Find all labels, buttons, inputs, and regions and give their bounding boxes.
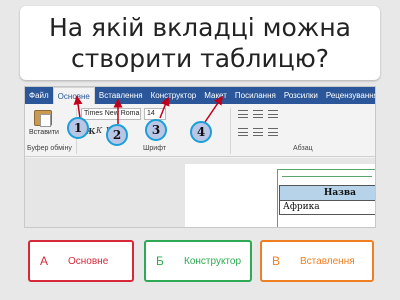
font-name-field: Times New Roma xyxy=(81,108,141,120)
align-left-icon xyxy=(238,110,248,118)
indent-icon xyxy=(268,110,278,118)
justify-icon xyxy=(268,128,278,136)
ribbon-tab-bar: Файл Основне Вставлення Конструктор Маке… xyxy=(25,87,376,104)
answer-c-letter: В xyxy=(272,254,281,268)
answer-c-button[interactable]: В Вставлення xyxy=(260,240,374,282)
marker-3: 3 xyxy=(145,119,167,141)
answer-c-text: Вставлення xyxy=(300,255,355,267)
document-table: Назва Африка xyxy=(277,169,375,227)
marker-1: 1 xyxy=(67,117,89,139)
word-screenshot: Файл Основне Вставлення Конструктор Маке… xyxy=(24,86,376,228)
paste-label: Вставити xyxy=(29,129,59,136)
tab-mailings: Розсилки xyxy=(283,91,318,100)
paste-icon xyxy=(34,110,52,127)
question-text: На якій вкладці можна створити таблицю? xyxy=(48,13,351,73)
answer-a-letter: А xyxy=(40,254,49,268)
answer-a-text: Основне xyxy=(68,255,109,267)
tab-design: Конструктор xyxy=(150,91,197,100)
question-card: На якій вкладці можна створити таблицю? xyxy=(20,6,380,80)
table-cell: Африка xyxy=(279,201,375,215)
group-font-label: Шрифт xyxy=(143,145,167,152)
group-paragraph-label: Абзац xyxy=(293,145,313,152)
marker-4: 4 xyxy=(190,121,212,143)
tab-review: Рецензування xyxy=(325,91,376,100)
tab-layout: Макет xyxy=(204,91,227,100)
table-header-cell: Назва xyxy=(279,185,375,201)
list-icon xyxy=(253,110,263,118)
italic-icon: К xyxy=(96,126,103,135)
answer-b-text: Конструктор xyxy=(184,255,242,267)
tab-insert: Вставлення xyxy=(98,91,143,100)
group-clipboard-label: Буфер обміну xyxy=(27,145,72,152)
align-right-icon xyxy=(253,128,263,136)
marker-2: 2 xyxy=(106,124,128,146)
tab-references: Посилання xyxy=(234,91,276,100)
answer-a-button[interactable]: А Основне xyxy=(28,240,134,282)
answer-b-letter: Б xyxy=(156,254,164,268)
tab-file: Файл xyxy=(29,91,49,100)
group-divider xyxy=(230,108,231,154)
tab-home: Основне xyxy=(52,87,95,104)
answer-b-button[interactable]: Б Конструктор xyxy=(144,240,252,282)
align-center-icon xyxy=(238,128,248,136)
table-top-line xyxy=(282,176,372,177)
